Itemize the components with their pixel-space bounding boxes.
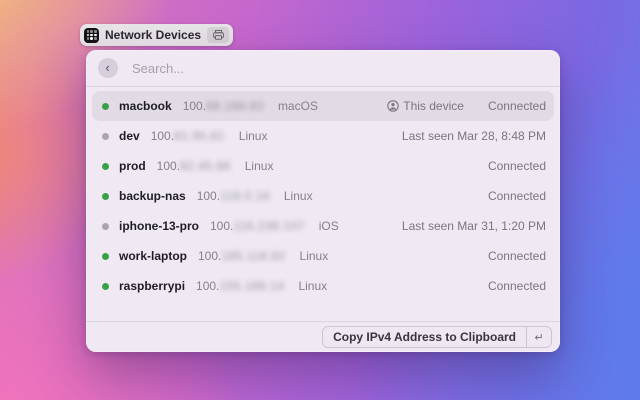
- device-os: Linux: [245, 159, 274, 173]
- status-dot: [102, 223, 109, 230]
- device-ip: 100.81.95.81: [151, 129, 225, 143]
- network-devices-window: ‹ macbook 100.88.188.83 macOS This devic…: [86, 50, 560, 352]
- device-status: Connected: [488, 99, 546, 113]
- device-os: Linux: [298, 279, 327, 293]
- device-os: Linux: [239, 129, 268, 143]
- return-key-icon: ↵: [526, 327, 551, 347]
- device-row[interactable]: backup-nas 100.118.0.18 Linux Connected: [92, 181, 554, 211]
- device-ip: 100.116.238.107: [210, 219, 305, 233]
- status-dot: [102, 133, 109, 140]
- device-name: dev: [119, 129, 140, 143]
- redacted-ip: 185.118.82: [221, 249, 285, 263]
- status-dot: [102, 193, 109, 200]
- device-row[interactable]: work-laptop 100.185.118.82 Linux Connect…: [92, 241, 554, 271]
- device-row[interactable]: dev 100.81.95.81 Linux Last seen Mar 28,…: [92, 121, 554, 151]
- command-pill-label: Network Devices: [105, 28, 201, 42]
- device-os: iOS: [319, 219, 339, 233]
- device-name: work-laptop: [119, 249, 187, 263]
- device-status: Last seen Mar 28, 8:48 PM: [402, 129, 546, 143]
- device-name: iphone-13-pro: [119, 219, 199, 233]
- device-ip: 100.82.45.88: [157, 159, 231, 173]
- chevron-left-icon: ‹: [105, 61, 109, 74]
- device-row[interactable]: iphone-13-pro 100.116.238.107 iOS Last s…: [92, 211, 554, 241]
- device-ip: 100.155.186.14: [196, 279, 284, 293]
- copy-ipv4-button[interactable]: Copy IPv4 Address to Clipboard ↵: [322, 326, 552, 348]
- person-circle-icon: [387, 100, 399, 112]
- device-row[interactable]: macbook 100.88.188.83 macOS This device …: [92, 91, 554, 121]
- redacted-ip: 82.45.88: [180, 159, 231, 173]
- device-ip: 100.88.188.83: [183, 99, 264, 113]
- device-name: prod: [119, 159, 146, 173]
- redacted-ip: 118.0.18: [220, 189, 270, 203]
- this-device-badge: This device: [387, 99, 464, 113]
- device-status: Connected: [488, 189, 546, 203]
- tailscale-grid-icon: [84, 28, 99, 43]
- search-input[interactable]: [130, 60, 548, 77]
- copy-ipv4-label: Copy IPv4 Address to Clipboard: [323, 330, 526, 344]
- this-device-label: This device: [403, 99, 464, 113]
- device-ip: 100.118.0.18: [197, 189, 270, 203]
- search-bar: ‹: [86, 50, 560, 87]
- action-bar: Copy IPv4 Address to Clipboard ↵: [86, 321, 560, 352]
- device-list: macbook 100.88.188.83 macOS This device …: [86, 87, 560, 321]
- redacted-ip: 116.238.107: [233, 219, 304, 233]
- device-status: Connected: [488, 249, 546, 263]
- command-pill[interactable]: Network Devices: [80, 24, 233, 46]
- device-os: Linux: [300, 249, 329, 263]
- device-status: Last seen Mar 31, 1:20 PM: [402, 219, 546, 233]
- device-status: Connected: [488, 159, 546, 173]
- device-name: raspberrypi: [119, 279, 185, 293]
- back-button[interactable]: ‹: [98, 58, 118, 78]
- device-os: macOS: [278, 99, 318, 113]
- status-dot: [102, 163, 109, 170]
- status-dot: [102, 253, 109, 260]
- device-name: macbook: [119, 99, 172, 113]
- redacted-ip: 81.95.81: [174, 129, 225, 143]
- device-ip: 100.185.118.82: [198, 249, 286, 263]
- printer-icon: [207, 27, 229, 43]
- redacted-ip: 155.186.14: [219, 279, 284, 293]
- device-name: backup-nas: [119, 189, 186, 203]
- status-dot: [102, 283, 109, 290]
- device-status: Connected: [488, 279, 546, 293]
- status-dot: [102, 103, 109, 110]
- device-row[interactable]: raspberrypi 100.155.186.14 Linux Connect…: [92, 271, 554, 301]
- device-row[interactable]: prod 100.82.45.88 Linux Connected: [92, 151, 554, 181]
- device-os: Linux: [284, 189, 313, 203]
- redacted-ip: 88.188.83: [206, 99, 264, 113]
